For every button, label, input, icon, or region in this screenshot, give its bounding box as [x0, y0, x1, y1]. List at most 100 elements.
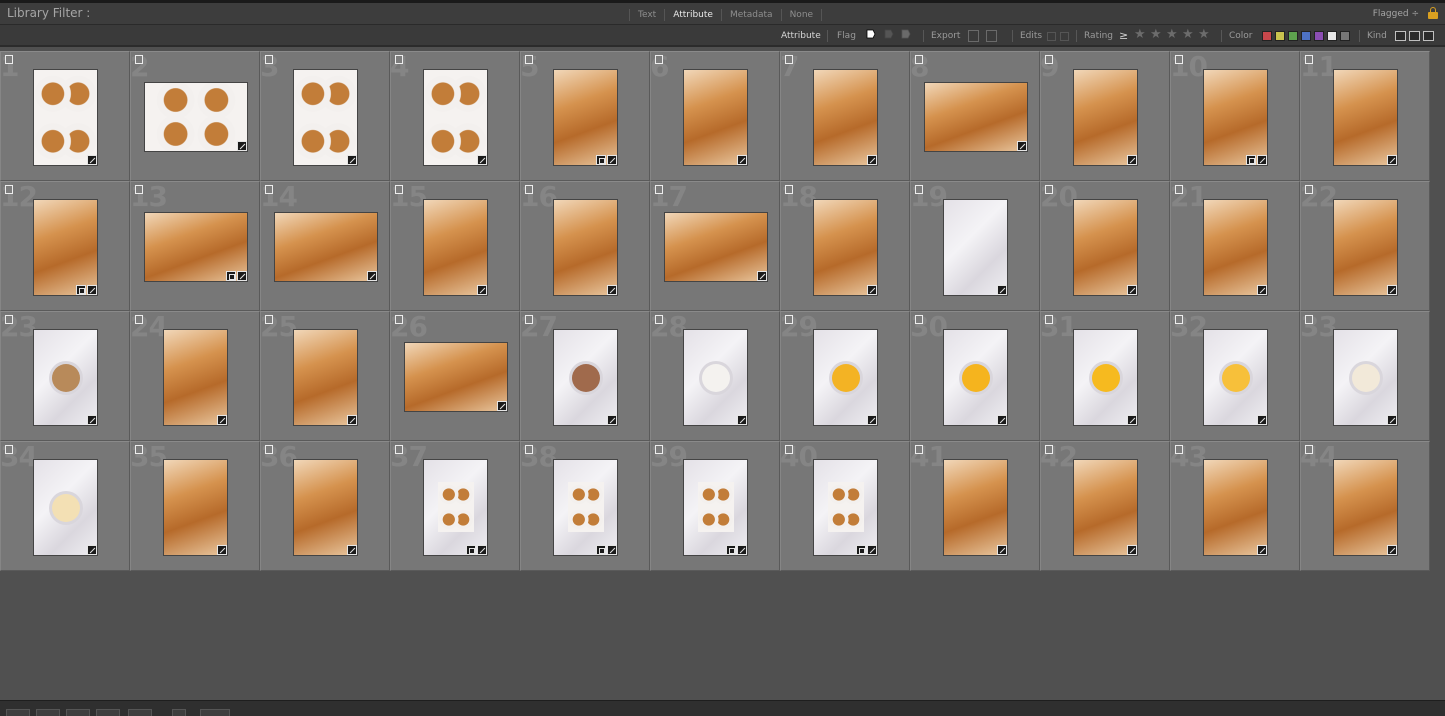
thumbnail-image[interactable]	[423, 199, 488, 296]
thumbnail-image[interactable]	[553, 69, 618, 166]
thumbnail-image[interactable]	[683, 69, 748, 166]
edited-badge-icon[interactable]	[497, 401, 507, 411]
tab-attribute[interactable]: Attribute	[664, 9, 721, 21]
thumbnail-cell[interactable]: 14	[260, 181, 390, 311]
edited-badge-icon[interactable]	[1127, 155, 1137, 165]
thumbnail-image[interactable]	[1203, 69, 1268, 166]
edited-badge-icon[interactable]	[997, 545, 1007, 555]
flag-icon[interactable]	[525, 55, 533, 64]
thumbnail-image[interactable]	[683, 329, 748, 426]
virtual-copy-badge-icon[interactable]	[596, 155, 606, 165]
thumbnail-cell[interactable]: 12	[0, 181, 130, 311]
thumbnail-image[interactable]	[1333, 329, 1398, 426]
thumbnail-image[interactable]	[423, 459, 488, 556]
thumbnail-image[interactable]	[163, 329, 228, 426]
flag-icon[interactable]	[785, 445, 793, 454]
thumbnail-cell[interactable]: 28	[650, 311, 780, 441]
thumbnail-cell[interactable]: 24	[130, 311, 260, 441]
edited-badge-icon[interactable]	[607, 155, 617, 165]
thumbnail-cell[interactable]: 8	[910, 51, 1040, 181]
thumbnail-cell[interactable]: 17	[650, 181, 780, 311]
edited-badge-icon[interactable]	[607, 415, 617, 425]
star-icon[interactable]: ★	[1198, 28, 1210, 42]
thumbnail-image[interactable]	[163, 459, 228, 556]
lock-icon[interactable]	[1428, 7, 1438, 19]
thumbnail-cell[interactable]: 18	[780, 181, 910, 311]
virtual-copy-badge-icon[interactable]	[226, 271, 236, 281]
thumbnail-image[interactable]	[683, 459, 748, 556]
color-swatch-custom[interactable]	[1327, 31, 1337, 41]
edited-badge-icon[interactable]	[1127, 415, 1137, 425]
flag-icon[interactable]	[1045, 315, 1053, 324]
flag-icon[interactable]	[1305, 185, 1313, 194]
edited-badge-icon[interactable]	[347, 415, 357, 425]
thumbnail-cell[interactable]: 7	[780, 51, 910, 181]
star-icon[interactable]: ★	[1150, 28, 1162, 42]
export-remove-icon[interactable]	[986, 30, 997, 42]
thumbnail-cell[interactable]: 10	[1170, 51, 1300, 181]
edited-badge-icon[interactable]	[1257, 415, 1267, 425]
kind-master-icon[interactable]	[1395, 31, 1406, 41]
color-swatch-yellow[interactable]	[1275, 31, 1285, 41]
thumbnail-image[interactable]	[423, 69, 488, 166]
star-icon[interactable]: ★	[1166, 28, 1178, 42]
flag-icon[interactable]	[395, 315, 403, 324]
flag-icon[interactable]	[1175, 55, 1183, 64]
flag-icon[interactable]	[1045, 185, 1053, 194]
thumbnail-cell[interactable]: 29	[780, 311, 910, 441]
flag-icon[interactable]	[655, 445, 663, 454]
edited-badge-icon[interactable]	[217, 545, 227, 555]
edited-badge-icon[interactable]	[87, 285, 97, 295]
flag-icon[interactable]	[915, 315, 923, 324]
virtual-copy-badge-icon[interactable]	[596, 545, 606, 555]
flag-icon[interactable]	[135, 55, 143, 64]
thumbnail-image[interactable]	[33, 459, 98, 556]
rejected-filter-icon[interactable]	[901, 29, 911, 41]
thumbnail-cell[interactable]: 25	[260, 311, 390, 441]
flag-icon[interactable]	[265, 185, 273, 194]
flag-icon[interactable]	[915, 445, 923, 454]
edited-badge-icon[interactable]	[1387, 155, 1397, 165]
edited-filter-icon[interactable]	[1047, 32, 1056, 41]
flag-icon[interactable]	[265, 55, 273, 64]
thumbnail-cell[interactable]: 4	[390, 51, 520, 181]
flag-icon[interactable]	[1175, 315, 1183, 324]
color-swatch-purple[interactable]	[1314, 31, 1324, 41]
flag-icon[interactable]	[655, 315, 663, 324]
thumbnail-image[interactable]	[33, 329, 98, 426]
flag-icon[interactable]	[915, 55, 923, 64]
grid-view-button[interactable]	[6, 709, 30, 716]
thumbnail-cell[interactable]: 2	[130, 51, 260, 181]
thumbnail-cell[interactable]: 35	[130, 441, 260, 571]
virtual-copy-badge-icon[interactable]	[856, 545, 866, 555]
flag-icon[interactable]	[525, 185, 533, 194]
color-swatch-green[interactable]	[1288, 31, 1298, 41]
thumbnail-image[interactable]	[553, 459, 618, 556]
star-icon[interactable]: ★	[1134, 28, 1146, 42]
edited-badge-icon[interactable]	[737, 415, 747, 425]
edited-badge-icon[interactable]	[237, 141, 247, 151]
thumbnail-image[interactable]	[293, 329, 358, 426]
thumbnail-cell[interactable]: 15	[390, 181, 520, 311]
thumbnail-image[interactable]	[144, 82, 248, 152]
thumbnail-image[interactable]	[553, 329, 618, 426]
tab-metadata[interactable]: Metadata	[720, 9, 781, 21]
thumbnail-cell[interactable]: 22	[1300, 181, 1430, 311]
thumbnail-cell[interactable]: 13	[130, 181, 260, 311]
edited-badge-icon[interactable]	[1127, 285, 1137, 295]
people-view-button[interactable]	[128, 709, 152, 716]
color-swatch-red[interactable]	[1262, 31, 1272, 41]
thumbnail-cell[interactable]: 23	[0, 311, 130, 441]
thumbnail-image[interactable]	[1073, 329, 1138, 426]
thumbnail-image[interactable]	[293, 459, 358, 556]
edited-badge-icon[interactable]	[867, 415, 877, 425]
edited-badge-icon[interactable]	[347, 155, 357, 165]
thumbnail-image[interactable]	[943, 459, 1008, 556]
thumbnail-cell[interactable]: 31	[1040, 311, 1170, 441]
thumbnail-image[interactable]	[1333, 459, 1398, 556]
edited-badge-icon[interactable]	[217, 415, 227, 425]
thumbnail-image[interactable]	[1073, 199, 1138, 296]
thumbnail-cell[interactable]: 42	[1040, 441, 1170, 571]
color-swatch-blue[interactable]	[1301, 31, 1311, 41]
thumbnail-image[interactable]	[1333, 69, 1398, 166]
